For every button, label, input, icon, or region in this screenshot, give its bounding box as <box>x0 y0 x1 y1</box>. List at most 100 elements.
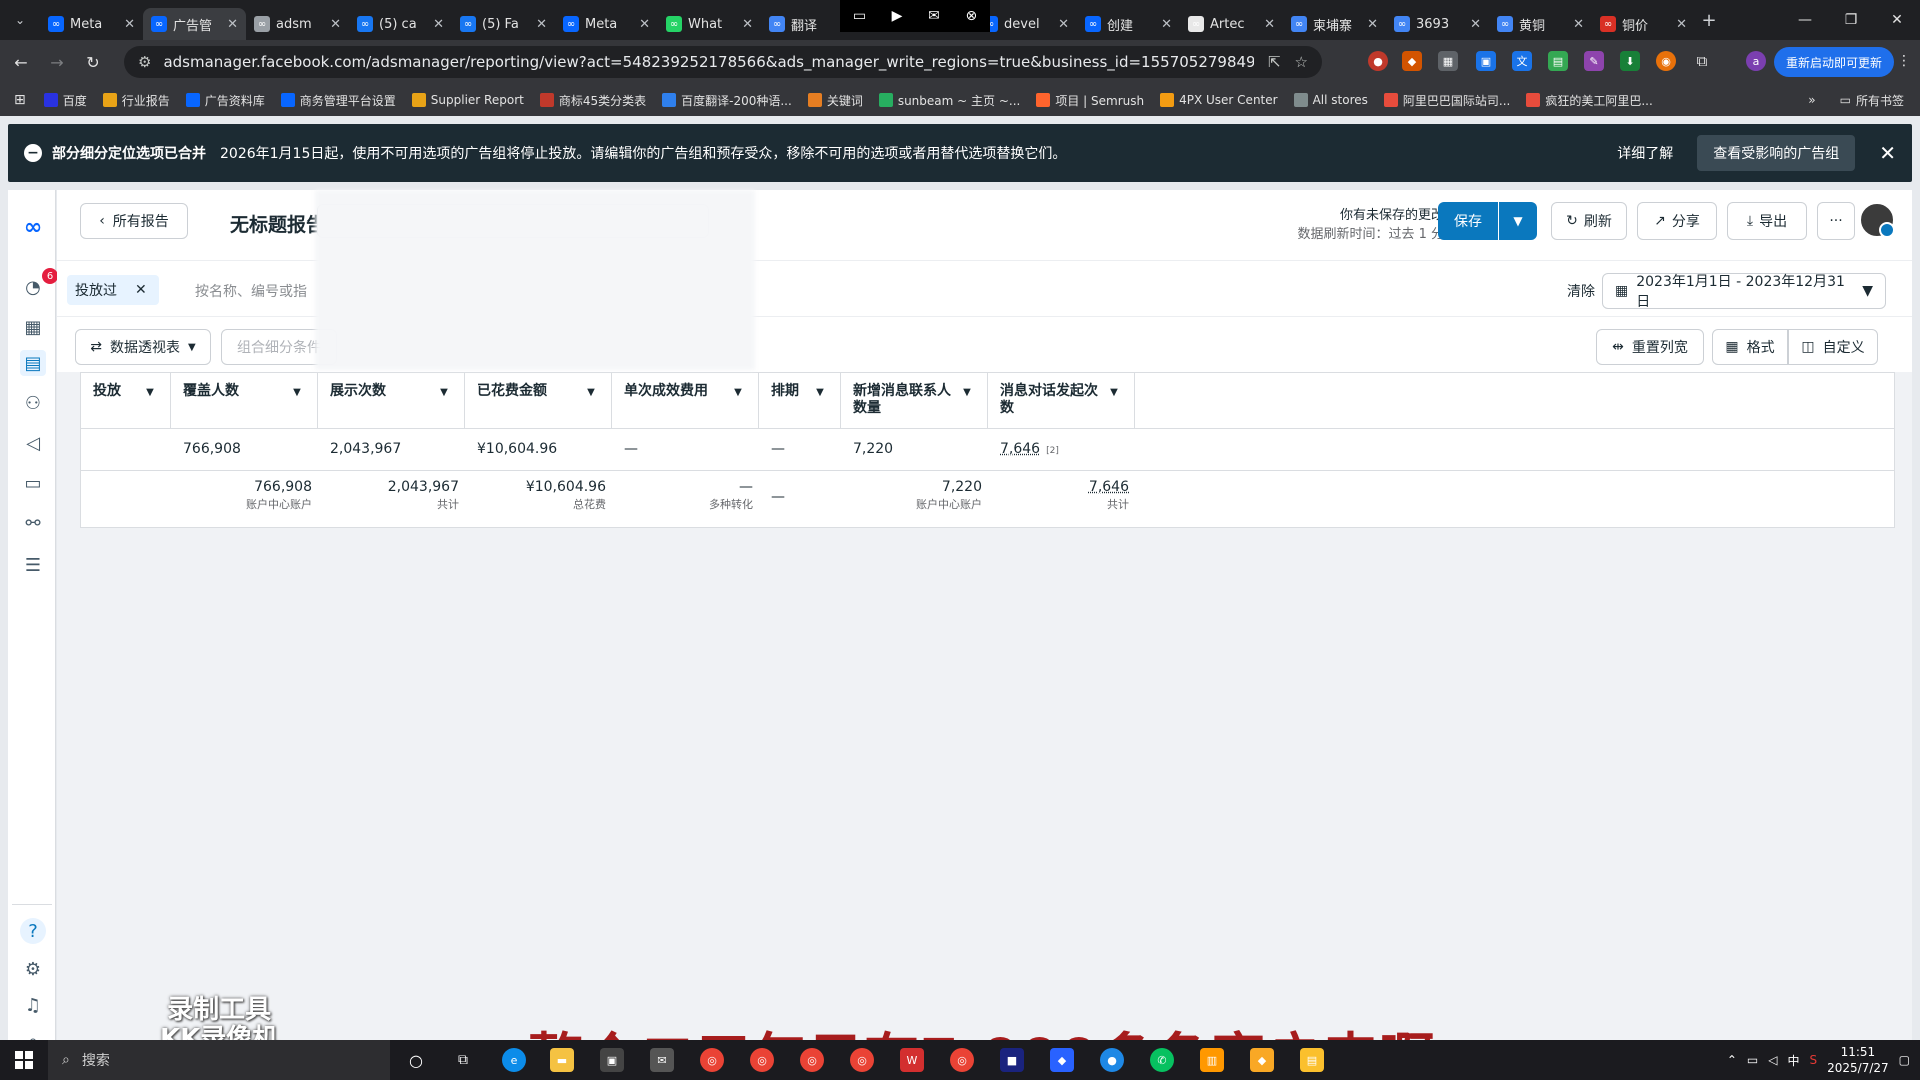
antivirus-icon[interactable]: S <box>1810 1053 1818 1067</box>
tab-close-icon[interactable]: ✕ <box>742 17 753 32</box>
volume-icon[interactable]: ◁ <box>1768 1053 1777 1067</box>
report-title[interactable]: 无标题报告 <box>230 210 325 237</box>
tab-close-icon[interactable]: ✕ <box>1161 17 1172 32</box>
extension-table-icon[interactable]: ▤ <box>1548 51 1568 71</box>
more-options-icon[interactable]: ··· <box>1817 202 1855 240</box>
browser-tab[interactable]: ∞ 创建 ✕ <box>1077 8 1180 40</box>
column-dropdown-icon[interactable]: ▼ <box>957 383 977 401</box>
chrome-profile5-icon[interactable]: ◎ <box>950 1048 974 1072</box>
tab-close-icon[interactable]: ✕ <box>1676 17 1687 32</box>
ime-indicator[interactable]: 中 <box>1787 1052 1799 1069</box>
extensions-puzzle-icon[interactable]: ⧉ <box>1692 51 1712 71</box>
bookmark-item[interactable]: All stores <box>1293 92 1368 109</box>
column-header[interactable]: 新增消息联系人数量 ▼ <box>841 373 988 428</box>
browser-tab[interactable]: ∞ Meta ✕ <box>555 8 658 40</box>
reload-icon[interactable]: ↻ <box>78 47 108 77</box>
browser-tab[interactable]: ∞ (5) ca ✕ <box>349 8 452 40</box>
extension-red-icon[interactable]: ◆ <box>1402 51 1422 71</box>
browser-tab[interactable]: ∞ 铜价 ✕ <box>1592 8 1695 40</box>
bell-icon[interactable]: ♫ <box>20 992 46 1018</box>
column-header[interactable]: 已花费金额 ▼ <box>465 373 612 428</box>
relaunch-update-button[interactable]: 重新启动即可更新 <box>1774 47 1894 77</box>
minimize-icon[interactable]: — <box>1782 0 1828 40</box>
start-button[interactable] <box>0 1040 48 1080</box>
billing-card-icon[interactable]: ▭ <box>20 470 46 496</box>
bookmark-item[interactable]: 商标45类分类表 <box>539 92 646 109</box>
apps-grid-icon[interactable]: ⊞ <box>14 92 26 108</box>
extension-pen-icon[interactable]: ✎ <box>1584 51 1604 71</box>
column-dropdown-icon[interactable]: ▼ <box>287 383 307 401</box>
download-extension-icon[interactable]: ⬇ <box>1620 51 1640 71</box>
column-header[interactable]: 消息对话发起次数 ▼ <box>988 373 1135 428</box>
customize-button[interactable]: ◫ 自定义 <box>1788 329 1878 365</box>
network-icon[interactable]: ▭ <box>1747 1053 1758 1067</box>
app-notes-icon[interactable]: ▤ <box>1300 1048 1324 1072</box>
settings-gear-icon[interactable]: ⚙ <box>20 956 46 982</box>
more-bookmarks-icon[interactable]: » <box>1808 93 1815 107</box>
column-header[interactable]: 投放 ▼ <box>81 373 171 428</box>
profile-avatar[interactable]: a <box>1746 51 1766 71</box>
tab-close-icon[interactable]: ✕ <box>124 17 135 32</box>
share-button[interactable]: ↗ 分享 <box>1637 202 1717 240</box>
column-dropdown-icon[interactable]: ▼ <box>810 383 830 401</box>
bookmark-star-icon[interactable]: ☆ <box>1295 53 1308 71</box>
column-dropdown-icon[interactable]: ▼ <box>581 383 601 401</box>
tab-close-icon[interactable]: ✕ <box>1367 17 1378 32</box>
column-header[interactable]: 展示次数 ▼ <box>318 373 465 428</box>
chrome-icon[interactable]: ◎ <box>700 1048 724 1072</box>
recorder-app-icon[interactable]: ◆ <box>1050 1048 1074 1072</box>
bookmark-item[interactable]: 项目 | Semrush <box>1036 92 1144 109</box>
file-explorer-icon[interactable]: ▬ <box>550 1048 574 1072</box>
extension-green-badge-icon[interactable]: ▣ <box>1476 51 1496 71</box>
clear-filters-link[interactable]: 清除 <box>1567 281 1595 301</box>
wechat-icon[interactable]: ✆ <box>1150 1048 1174 1072</box>
new-tab-button[interactable]: + <box>1695 10 1723 31</box>
save-button[interactable]: 保存 <box>1438 202 1498 240</box>
edge-icon[interactable]: e <box>502 1048 526 1072</box>
recorder-close-icon[interactable]: ⊗ <box>965 8 977 24</box>
tray-chevron-icon[interactable]: ⌃ <box>1727 1053 1737 1067</box>
browser-app-icon[interactable]: ● <box>1100 1048 1124 1072</box>
tab-close-icon[interactable]: ✕ <box>536 17 547 32</box>
browser-tab[interactable]: ∞ 柬埔寨 ✕ <box>1283 8 1386 40</box>
browser-tab[interactable]: ∞ 黄铜 ✕ <box>1489 8 1592 40</box>
tab-close-icon[interactable]: ✕ <box>227 17 238 32</box>
bookmark-item[interactable]: 行业报告 <box>102 92 170 109</box>
help-icon[interactable]: ? <box>20 918 46 944</box>
refresh-button[interactable]: ↻ 刷新 <box>1551 202 1627 240</box>
extension-orange-icon[interactable]: ◉ <box>1656 51 1676 71</box>
translate-extension-icon[interactable]: 文 <box>1512 51 1532 71</box>
column-header[interactable]: 排期 ▼ <box>759 373 841 428</box>
chrome-profile2-icon[interactable]: ◎ <box>750 1048 774 1072</box>
browser-tab[interactable]: ∞ adsm ✕ <box>246 8 349 40</box>
column-dropdown-icon[interactable]: ▼ <box>728 383 748 401</box>
bookmark-item[interactable]: sunbeam ~ 主页 ~... <box>878 92 1020 109</box>
delivered-filter-chip[interactable]: 投放过 ✕ <box>67 275 159 305</box>
reset-column-width-button[interactable]: ⇹ 重置列宽 <box>1596 329 1704 365</box>
browser-menu-icon[interactable]: ⋮ <box>1894 51 1914 71</box>
recorder-mail-icon[interactable]: ✉ <box>928 8 940 24</box>
browser-tab[interactable]: ∞ Meta ✕ <box>40 8 143 40</box>
bookmark-item[interactable]: 关键词 <box>807 92 863 109</box>
audiences-icon[interactable]: ⚇ <box>20 390 46 416</box>
app-dark-icon[interactable]: ■ <box>1000 1048 1024 1072</box>
table-grid-icon[interactable]: ▦ <box>20 314 46 340</box>
clock[interactable]: 11:51 2025/7/27 <box>1827 1044 1889 1076</box>
column-dropdown-icon[interactable]: ▼ <box>434 383 454 401</box>
view-affected-button[interactable]: 查看受影响的广告组 <box>1697 135 1856 171</box>
tab-close-icon[interactable]: ✕ <box>639 17 650 32</box>
tab-search-icon[interactable]: ⌄ <box>0 0 40 40</box>
browser-tab[interactable]: ∞ (5) Fa ✕ <box>452 8 555 40</box>
tab-close-icon[interactable]: ✕ <box>433 17 444 32</box>
site-info-icon[interactable]: ⚙ <box>138 53 151 71</box>
date-range-picker[interactable]: ▦ 2023年1月1日 - 2023年12月31日 ▼ <box>1602 273 1886 310</box>
column-dropdown-icon[interactable]: ▼ <box>140 383 160 401</box>
reports-icon[interactable]: ▤ <box>20 350 46 376</box>
column-dropdown-icon[interactable]: ▼ <box>1104 383 1124 401</box>
extension-pokeball-icon[interactable]: ● <box>1368 51 1388 71</box>
save-dropdown-icon[interactable]: ▼ <box>1499 202 1537 240</box>
bookmark-item[interactable]: 百度翻译-200种语... <box>662 92 792 109</box>
url-bar[interactable]: ⚙ adsmanager.facebook.com/adsmanager/rep… <box>124 46 1322 78</box>
filter-search-input[interactable]: 按名称、编号或指 <box>195 281 307 301</box>
browser-tab[interactable]: ∞ Artec ✕ <box>1180 8 1283 40</box>
